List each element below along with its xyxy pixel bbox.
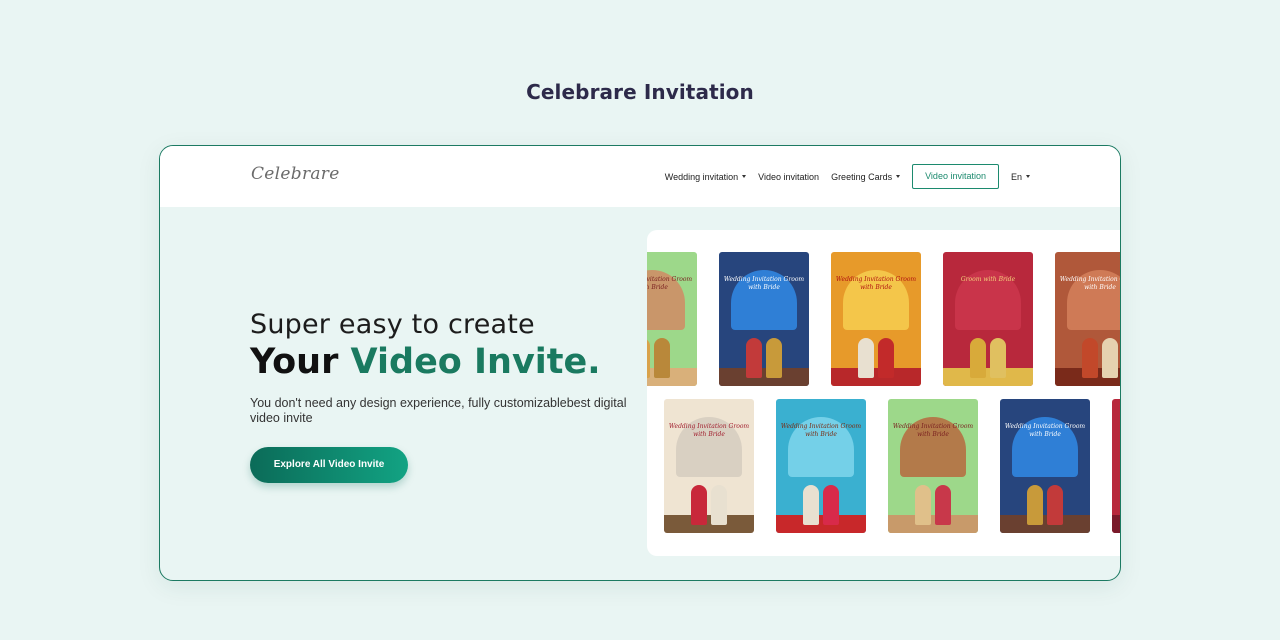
card-text: Wedding Invitation Groom with Bride [780,423,862,438]
invite-card-card-taj-mahal[interactable]: Wedding Invitation Groom with Bride [664,399,754,533]
caret-down-icon [1026,175,1030,178]
explore-video-invites-button[interactable]: Explore All Video Invite [250,447,408,483]
groom-figure [803,485,819,525]
hero-title: Your Video Invite. [250,342,630,382]
caret-down-icon [896,175,901,178]
caret-down-icon [742,175,747,178]
nav-item-label: Video invitation [758,171,820,182]
invite-card-card-blue-temple-2[interactable]: Wedding Invitation Groom with Bride [1000,399,1090,533]
invite-card-card-ganesha-maroon[interactable]: Groom with Bride [943,252,1033,386]
groom-figure [691,485,707,525]
couple-illustration [856,334,896,378]
invite-card-card-green-arch[interactable]: Wedding Invitation Groom with Bride [888,399,978,533]
invite-gallery: Wedding Invitation Groom with Bride Weddi… [647,230,1120,556]
bride-figure [711,485,727,525]
groom-figure [915,485,931,525]
couple-illustration [1080,334,1120,378]
groom-figure [746,338,762,378]
bride-figure [1102,338,1118,378]
couple-illustration [968,334,1008,378]
card-text: Wedding Invitation Groom with Bride [892,423,974,438]
language-selector[interactable]: En [1011,172,1030,182]
nav-item-label: Wedding invitation [664,171,739,182]
invite-card-card-red-curtain[interactable]: Wedding Invitation Groom with Bride [831,252,921,386]
card-text: Wedding Invitation Groom with Bride [668,423,750,438]
hero-section: Super easy to create Your Video Invite. … [250,309,630,483]
hero-title-accent: Video Invite. [350,342,601,382]
hero-subtitle: Super easy to create [250,309,535,340]
browser-frame: Celebrare Wedding invitation Video invit… [159,145,1121,581]
navbar: Celebrare Wedding invitation Video invit… [160,146,1120,207]
nav-item-greeting-cards[interactable]: Greeting Cards [831,171,901,182]
couple-illustration [744,334,784,378]
invite-card-card-brown-partial[interactable]: Wedding Invitation Groom with Bride [1055,252,1120,386]
bride-figure [654,338,670,378]
card-text: Groom with Bride [960,276,1016,283]
couple-illustration [647,334,672,378]
card-text: Wedding Invitation Groom with Bride [723,276,805,291]
invite-card-card-green-arch-partial[interactable]: Wedding Invitation Groom with Bride [647,252,697,386]
nav-item-wedding-invitation[interactable]: Wedding invitation [664,171,747,182]
couple-illustration [801,481,841,525]
bride-figure [1047,485,1063,525]
groom-figure [1027,485,1043,525]
groom-figure [1082,338,1098,378]
groom-figure [970,338,986,378]
nav-menu: Wedding invitation Video invitation Gree… [653,164,1030,189]
bride-figure [823,485,839,525]
bride-figure [766,338,782,378]
hero-title-prefix: Your [250,342,351,382]
invite-card-card-beach[interactable]: Wedding Invitation Groom with Bride [776,399,866,533]
invite-card-card-blue-temple[interactable]: Wedding Invitation Groom with Bride [719,252,809,386]
bride-figure [935,485,951,525]
bride-figure [990,338,1006,378]
couple-illustration [913,481,953,525]
card-floor [1112,515,1120,533]
language-label: En [1010,171,1022,182]
card-text: Wedding Invitation Groom with Bride [1004,423,1086,438]
card-text: Wedding Invitation Groom with Bride [1059,276,1120,291]
logo[interactable]: Celebrare [251,164,340,184]
couple-illustration [1025,481,1065,525]
nav-item-video-invitation[interactable]: Video invitation [758,172,819,182]
card-text: Wedding Invitation Groom with Bride [835,276,917,291]
page-title: Celebrare Invitation [526,80,754,104]
hero-description: You don't need any design experience, fu… [250,396,627,425]
couple-illustration [689,481,729,525]
video-invitation-button[interactable]: Video invitation [912,164,999,189]
bride-figure [878,338,894,378]
groom-figure [858,338,874,378]
nav-item-label: Greeting Cards [831,171,893,182]
card-text: Wedding Invitation Groom with Bride [647,276,693,291]
invite-card-card-red-partial[interactable] [1112,399,1120,533]
groom-figure [647,338,650,378]
